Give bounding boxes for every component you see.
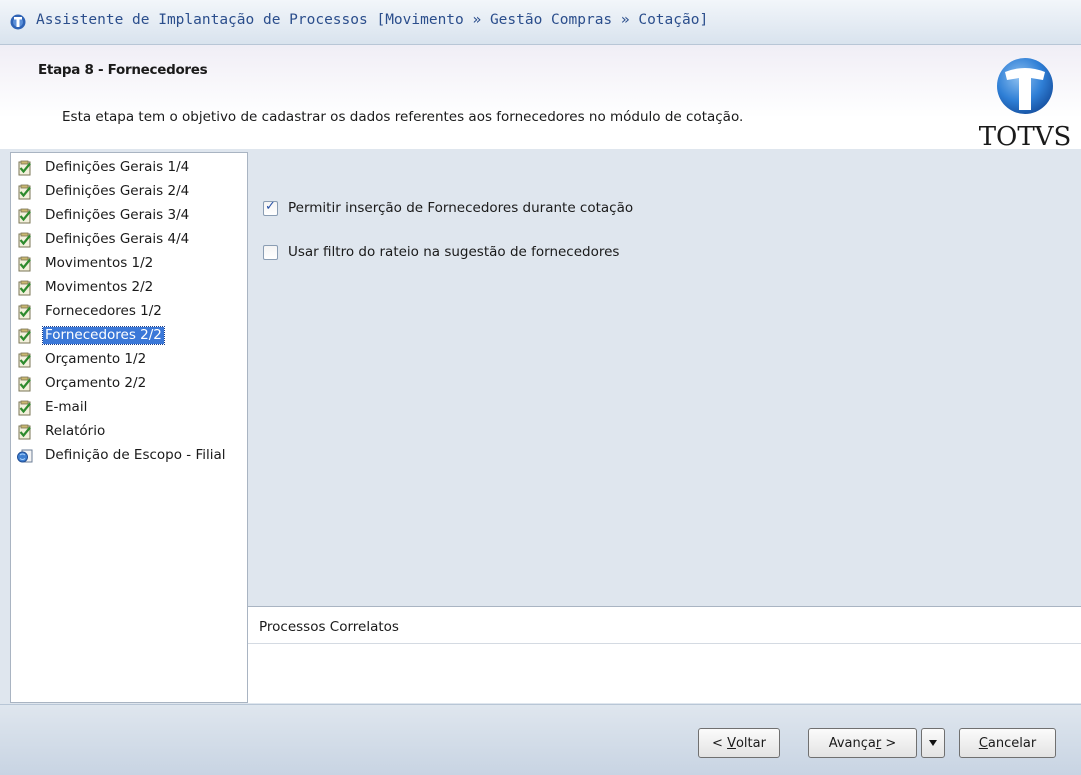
nav-item-label: Fornecedores 1/2 [45, 303, 162, 319]
step-content: ✓ Permitir inserção de Fornecedores dura… [248, 152, 1081, 605]
footer: < Voltar Avança r > Cancelar [0, 704, 1081, 775]
related-processes-panel: Processos Correlatos [248, 606, 1081, 703]
step-description: Esta etapa tem o objetivo de cadastrar o… [62, 109, 744, 125]
next-button[interactable]: Avança r > [808, 728, 917, 758]
dropdown-arrow-icon [929, 740, 937, 746]
title-bar: Assistente de Implantação de Processos [… [0, 0, 1081, 45]
nav-item-label: Movimentos 1/2 [45, 255, 154, 271]
next-dropdown-button[interactable] [921, 728, 945, 758]
nav-item-label: Orçamento 1/2 [45, 351, 147, 367]
checked-doc-icon [18, 352, 31, 368]
use-allocation-filter-label: Usar filtro do rateio na sugestão de for… [288, 244, 620, 260]
checked-doc-icon [18, 160, 31, 176]
window-title: Assistente de Implantação de Processos [… [36, 12, 709, 28]
checked-doc-icon [18, 400, 31, 416]
checked-doc-icon [18, 280, 31, 296]
related-processes-title: Processos Correlatos [259, 619, 399, 635]
nav-item-label: E-mail [45, 399, 88, 415]
back-button[interactable]: < Voltar [698, 728, 780, 758]
step-navigation: Definições Gerais 1/4 Definições Gerais 2… [10, 152, 248, 703]
nav-item-label: Relatório [45, 423, 106, 439]
nav-item-label: Definição de Escopo - Filial [45, 447, 226, 463]
checked-doc-icon [18, 208, 31, 224]
checked-doc-icon [18, 424, 31, 440]
checked-doc-icon [18, 328, 31, 344]
checked-doc-icon [18, 376, 31, 392]
use-allocation-filter-checkbox[interactable] [263, 245, 278, 260]
app-icon [10, 14, 26, 30]
nav-item-label: Movimentos 2/2 [45, 279, 154, 295]
logo-text: TOTVS [979, 122, 1072, 150]
back-accesskey: V [727, 735, 736, 751]
scope-doc-icon [17, 449, 33, 463]
cancel-accesskey: C [978, 735, 988, 751]
nav-item-label: Orçamento 2/2 [45, 375, 147, 391]
checked-doc-icon [18, 232, 31, 248]
next-suffix: > [881, 735, 897, 751]
checkmark-icon: ✓ [265, 199, 276, 214]
nav-item-label: Definições Gerais 3/4 [45, 207, 190, 223]
allow-supplier-insert-checkbox[interactable]: ✓ [263, 199, 278, 216]
step-title: Etapa 8 - Fornecedores [38, 62, 208, 78]
cancel-rest: ancelar [987, 735, 1037, 751]
nav-item-label: Definições Gerais 2/4 [45, 183, 190, 199]
next-prefix: Avança [828, 735, 876, 751]
checked-doc-icon [18, 304, 31, 320]
back-rest: oltar [735, 735, 766, 751]
nav-item-label: Fornecedores 2/2 [42, 326, 165, 345]
totvs-logo: TOTVS [979, 58, 1072, 150]
step-header: Etapa 8 - Fornecedores Esta etapa tem o … [0, 45, 1081, 149]
nav-item-label: Definições Gerais 4/4 [45, 231, 190, 247]
nav-item-label: Definições Gerais 1/4 [45, 159, 190, 175]
related-processes-header: Processos Correlatos [248, 607, 1081, 644]
allow-supplier-insert-label: Permitir inserção de Fornecedores durant… [288, 200, 634, 216]
cancel-button[interactable]: Cancelar [959, 728, 1056, 758]
checked-doc-icon [18, 256, 31, 272]
checked-doc-icon [18, 184, 31, 200]
back-prefix: < [712, 735, 728, 751]
